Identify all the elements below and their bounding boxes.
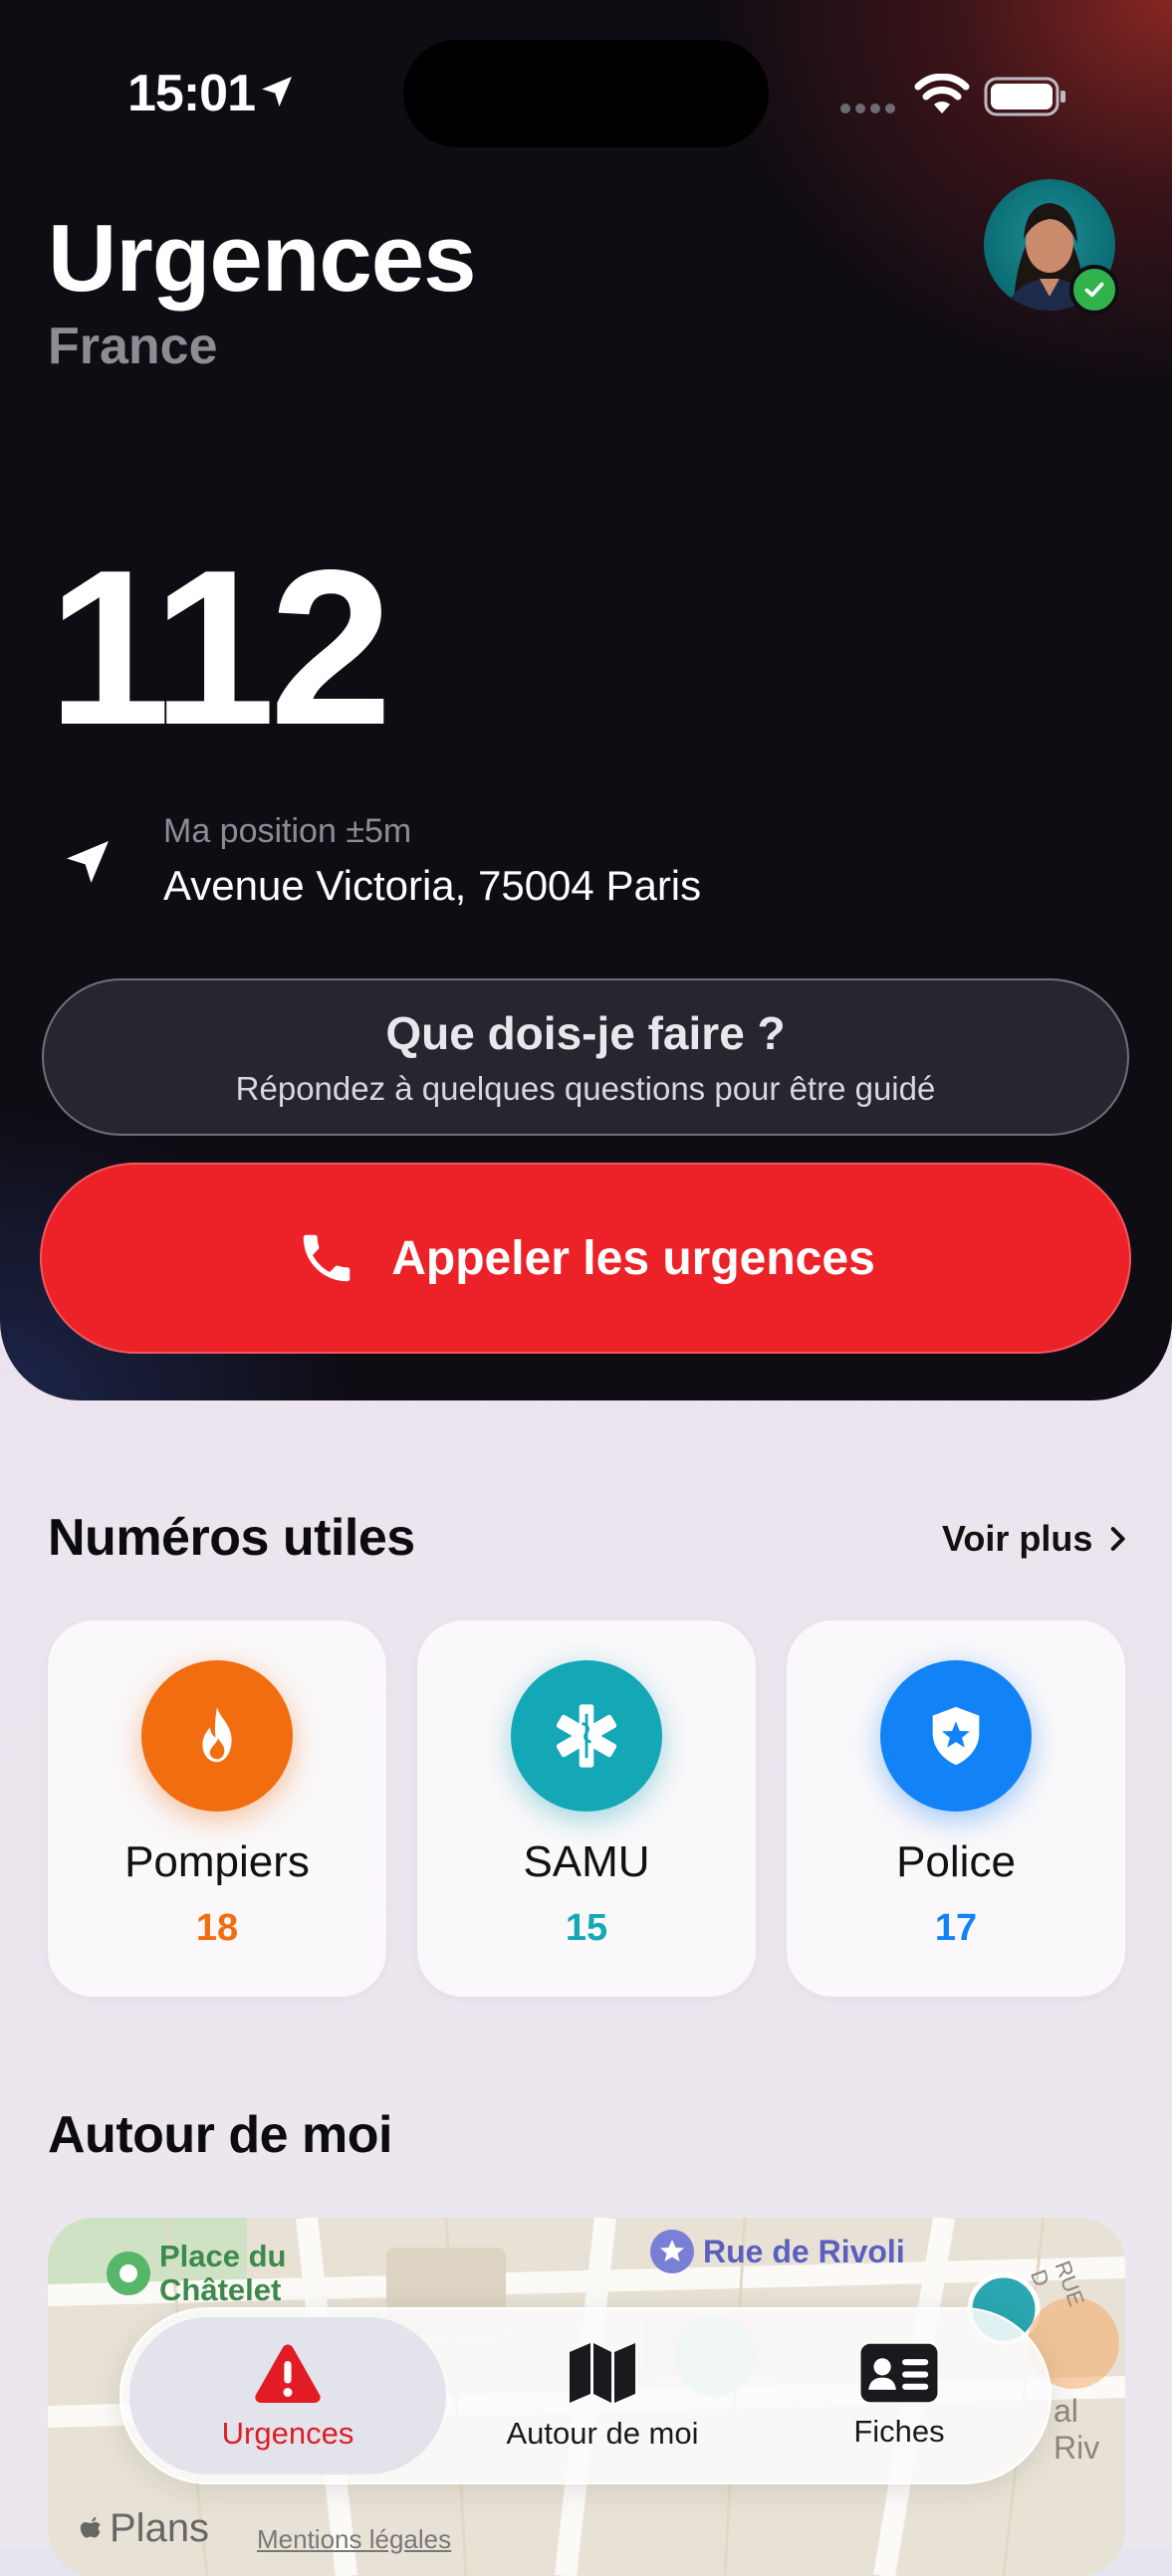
useful-numbers-title: Numéros utiles [48,1509,415,1567]
service-card-police[interactable]: Police 17 [787,1620,1125,1997]
location-address: Avenue Victoria, 75004 Paris [163,862,702,909]
status-time: 15:01 [127,65,256,122]
call-emergency-button[interactable]: Appeler les urgences [40,1163,1131,1354]
service-name: SAMU [523,1837,650,1886]
service-card-samu[interactable]: SAMU 15 [417,1620,756,1997]
service-number: 18 [195,1907,239,1949]
medical-star-icon [511,1660,662,1812]
guide-button-subtitle: Répondez à quelques questions pour être … [235,1070,936,1107]
map-icon [570,2343,635,2403]
service-number: 15 [565,1907,608,1949]
location-arrow-icon [262,77,292,107]
guide-button[interactable]: Que dois-je faire ? Répondez à quelques … [42,978,1129,1136]
service-number: 17 [934,1907,978,1949]
fire-icon [141,1660,293,1812]
see-more-label: Voir plus [942,1518,1093,1559]
service-name: Police [896,1837,1016,1886]
location-label: Ma position ±5m [163,812,412,850]
legal-link[interactable]: Mentions légales [257,2524,451,2555]
service-name: Pompiers [124,1837,310,1886]
tab-fiches[interactable]: Fiches [757,2317,1042,2474]
apple-logo-icon [80,2516,101,2537]
map-attribution-label: Plans [110,2506,210,2550]
map-place-label: al Riv [1054,2393,1100,2466]
phone-icon [303,1234,351,1282]
emergency-number: 112 [48,525,392,771]
tab-urgences[interactable]: Urgences [129,2317,446,2474]
map-attribution: Plans [76,2506,209,2551]
guide-button-title: Que dois-je faire ? [385,1007,786,1059]
hero-panel: 15:01 Urgences France 112 Ma position ±5… [0,0,1172,1400]
verified-badge-icon [1069,265,1119,315]
tab-autour-de-moi[interactable]: Autour de moi [458,2317,747,2474]
cellular-signal-icon [840,104,895,113]
see-more-link[interactable]: Voir plus [942,1518,1134,1560]
around-me-title: Autour de moi [48,2106,392,2164]
chevron-right-icon [1111,1527,1126,1551]
wifi-icon [914,74,970,113]
map-place-label: Place du Châtelet [159,2239,287,2307]
id-card-icon [860,2343,938,2403]
tab-label: Urgences [221,2416,354,2451]
battery-icon [984,77,1065,116]
warning-icon [255,2344,321,2403]
service-card-pompiers[interactable]: Pompiers 18 [48,1620,386,1997]
map-place-label: Rue de Rivoli [703,2234,905,2269]
dynamic-island [403,40,769,147]
tab-bar: Urgences Autour de moi Fiches [119,2307,1052,2484]
tab-label: Fiches [853,2414,945,2449]
police-badge-icon [880,1660,1032,1812]
tab-label: Autour de moi [506,2416,699,2451]
page-subtitle: France [48,318,218,375]
navigation-arrow-icon [67,841,109,883]
call-button-label: Appeler les urgences [391,1231,875,1285]
page-title: Urgences [48,205,477,312]
